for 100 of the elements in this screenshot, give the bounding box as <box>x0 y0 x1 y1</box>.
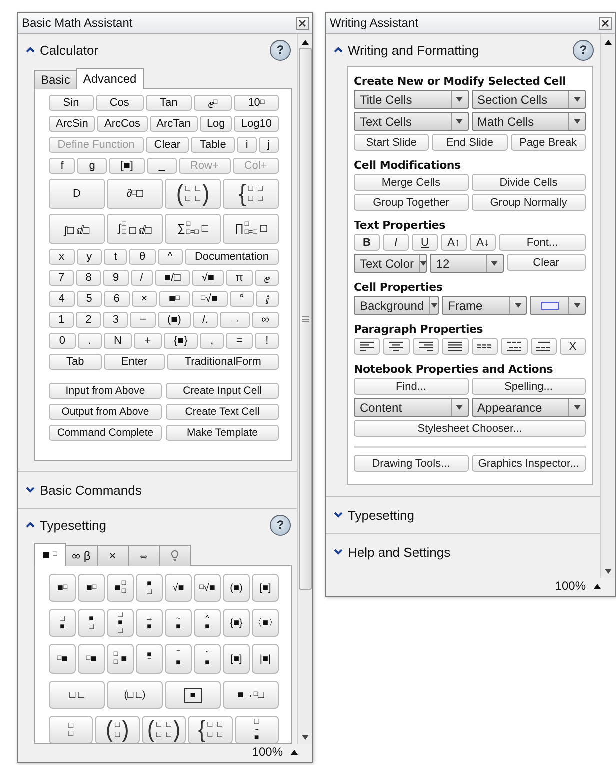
key-button[interactable]: _ <box>147 158 177 174</box>
key-button[interactable]: {■} <box>164 333 198 349</box>
tab[interactable]: ⇔ <box>128 545 160 566</box>
palette-button[interactable]: □ ■ <box>49 609 76 637</box>
key-button[interactable]: 6 <box>104 291 130 307</box>
palette-button[interactable]: 〈■〉 <box>252 609 279 637</box>
align-button[interactable] <box>354 338 380 355</box>
action-button[interactable]: Spelling... <box>472 378 586 395</box>
dropdown[interactable]: Appearance <box>472 398 586 417</box>
palette-button[interactable]: $^{□}$■ <box>49 644 76 674</box>
scroll-thumb[interactable] <box>298 48 312 590</box>
palette-button[interactable]: √■ <box>165 574 192 602</box>
action-button[interactable]: Divide Cells <box>472 174 586 191</box>
palette-button[interactable]: ■$^{□}$ <box>49 574 76 602</box>
key-button[interactable]: π <box>226 270 253 286</box>
action-button[interactable]: Graphics Inspector... <box>472 455 586 472</box>
command-button[interactable]: Make Template <box>166 425 279 441</box>
tab[interactable]: Advanced <box>76 68 144 89</box>
key-button[interactable]: 7 <box>49 270 74 286</box>
tab[interactable]: Basic <box>34 70 78 89</box>
scrollbar[interactable] <box>600 34 615 578</box>
key-button[interactable]: [■] <box>109 158 146 174</box>
key-button[interactable]: x <box>49 249 75 265</box>
palette-button[interactable]: ■→$^{□}$□ <box>223 681 279 709</box>
key-button[interactable]: → <box>220 312 250 328</box>
key-button[interactable]: ArcSin <box>49 116 96 132</box>
action-button[interactable]: X <box>560 338 586 355</box>
caret-icon[interactable] <box>574 405 580 410</box>
help-button[interactable]: ? <box>270 40 291 60</box>
key-button[interactable]: ArcCos <box>97 116 148 132</box>
command-button[interactable]: Create Text Cell <box>166 404 279 420</box>
action-button[interactable]: End Slide <box>432 134 508 151</box>
key-button[interactable]: ⅇ$^{□}$ <box>194 95 232 111</box>
palette-button[interactable]: □ ⌢ ■ <box>234 716 280 743</box>
action-button[interactable]: Font... <box>499 234 586 251</box>
key-button[interactable]: Clear <box>146 137 190 153</box>
palette-button[interactable]: ■ <box>165 681 221 709</box>
key-button[interactable]: 8 <box>76 270 102 286</box>
section-title[interactable]: Help and Settings <box>348 544 451 560</box>
action-button[interactable]: A↓ <box>470 234 496 251</box>
zoom-level[interactable]: 100% <box>252 745 283 759</box>
key-button[interactable]: $^{□}$√■ <box>192 291 228 307</box>
chevron-up-icon[interactable] <box>334 47 343 53</box>
key-button[interactable]: × <box>132 291 158 307</box>
key-button[interactable]: Log10 <box>234 116 279 132</box>
palette-button[interactable]: $^{□}$√■ <box>194 574 221 602</box>
key-button[interactable]: Table <box>191 137 236 153</box>
scroll-down-icon[interactable] <box>302 735 308 740</box>
palette-button[interactable]: (□ □) <box>107 681 163 709</box>
key-button[interactable]: ^ <box>158 249 183 265</box>
key-button[interactable]: 4 <box>49 291 74 307</box>
palette-button[interactable]: (■) <box>223 574 250 602</box>
action-button[interactable]: Clear <box>506 254 586 271</box>
key-button[interactable]: j <box>259 137 279 153</box>
dropdown[interactable]: Background <box>354 296 439 315</box>
key-button[interactable]: , <box>200 333 224 349</box>
command-button[interactable]: Input from Above <box>49 383 162 399</box>
key-button[interactable]: ■/□ <box>154 270 190 286</box>
key-button[interactable]: (■) <box>158 312 191 328</box>
action-button[interactable]: A↑ <box>441 234 467 251</box>
caret-icon[interactable] <box>514 303 522 308</box>
key-button[interactable]: y <box>76 249 102 265</box>
key-button[interactable]: i <box>237 137 258 153</box>
key-button[interactable]: g <box>77 158 108 174</box>
key-button[interactable]: 0 <box>49 333 76 349</box>
caret-icon[interactable] <box>430 303 438 308</box>
zoom-level[interactable]: 100% <box>555 579 586 593</box>
section-title[interactable]: Writing and Formatting <box>348 42 480 58</box>
template-button[interactable]: {□ □ □ □ <box>223 179 279 209</box>
key-button[interactable]: t <box>104 249 128 265</box>
key-button[interactable]: ° <box>230 291 254 307</box>
dropdown[interactable]: Math Cells <box>472 112 586 131</box>
key-button[interactable]: 3 <box>103 312 128 328</box>
palette-button[interactable]: ¨ ■ <box>194 644 221 674</box>
scroll-up-icon[interactable] <box>302 40 308 45</box>
key-button[interactable]: Log <box>200 116 232 132</box>
section-title[interactable]: Typesetting <box>40 518 106 532</box>
chevron-down-icon[interactable] <box>26 487 35 493</box>
close-button[interactable] <box>296 16 309 30</box>
tab[interactable]: ∞ β <box>65 545 98 566</box>
key-button[interactable]: Tab <box>49 354 102 370</box>
action-button[interactable]: Group Normally <box>472 194 586 211</box>
palette-button[interactable]: ‾ ■ <box>165 644 192 674</box>
dropdown[interactable]: Section Cells <box>472 90 586 109</box>
key-button[interactable]: 5 <box>76 291 102 307</box>
key-button[interactable]: ⅇ <box>254 270 279 286</box>
section-title[interactable]: Basic Commands <box>40 482 142 498</box>
caret-icon[interactable] <box>574 119 580 124</box>
key-button[interactable]: ∞ <box>252 312 280 328</box>
key-button[interactable]: Cos <box>96 95 144 111</box>
tab[interactable]: ■$^{□}$ <box>34 543 66 566</box>
tab[interactable] <box>158 545 191 566</box>
key-button[interactable]: 10$^{□}$ <box>234 95 279 111</box>
palette-button[interactable]: □ □ <box>49 716 94 743</box>
close-button[interactable] <box>599 16 612 30</box>
zoom-menu-icon[interactable] <box>291 750 298 754</box>
key-button[interactable]: 1 <box>49 312 74 328</box>
dropdown[interactable]: 12 <box>430 254 504 273</box>
caret-icon[interactable] <box>491 261 498 266</box>
key-button[interactable]: − <box>130 312 156 328</box>
